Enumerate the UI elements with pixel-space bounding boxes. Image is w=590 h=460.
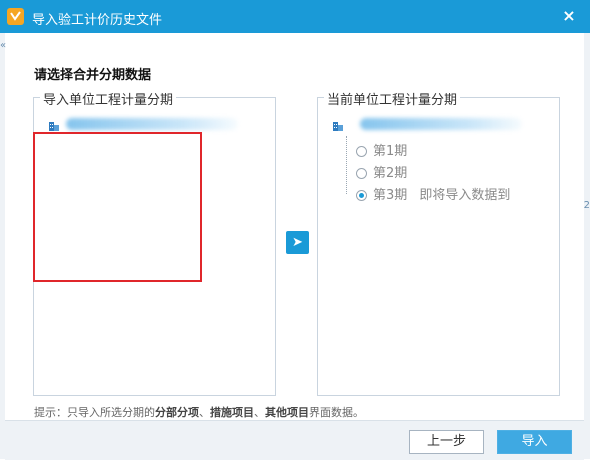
building-icon <box>49 122 59 131</box>
period-label: 第2期 <box>373 166 408 181</box>
hint-bold-fbfx: 分部分项 <box>155 406 199 419</box>
current-project-name-redacted[interactable] <box>360 118 522 130</box>
window-titlebar: 导入验工计价历史文件 × <box>0 0 590 33</box>
hint-bold-csxm: 措施项目 <box>210 406 254 419</box>
current-periods-group: 当前单位工程计量分期 <box>317 89 560 396</box>
chevron-left-icon: « <box>0 40 7 51</box>
import-periods-group-title: 导入单位工程计量分期 <box>40 89 177 108</box>
hint-text: 提示：只导入所选分期的分部分项、措施项目、其他项目界面数据。 <box>34 404 364 420</box>
tree-connector-line <box>346 136 347 194</box>
hint-prefix: 提示：只导入所选分期的 <box>34 406 155 419</box>
left-window-edge <box>0 33 5 459</box>
hint-separator: 、 <box>199 406 210 419</box>
arrow-right-icon[interactable]: ➤ <box>286 231 309 254</box>
close-icon[interactable]: × <box>560 7 578 25</box>
right-window-edge <box>584 33 590 459</box>
import-project-name-redacted[interactable] <box>66 118 238 130</box>
radio-checked-icon[interactable] <box>356 190 367 201</box>
radio-unchecked-icon[interactable] <box>356 168 367 179</box>
period-item[interactable]: 第1期 <box>356 140 408 159</box>
period-target-note: 即将导入数据到 <box>419 188 511 203</box>
previous-step-button[interactable]: 上一步 <box>409 430 484 454</box>
period-label: 第3期 <box>373 188 408 203</box>
period-item[interactable]: 第2期 <box>356 162 408 181</box>
window-title: 导入验工计价历史文件 <box>32 13 163 28</box>
import-button[interactable]: 导入 <box>497 430 572 454</box>
hint-separator: 、 <box>254 406 265 419</box>
dialog-heading: 请选择合并分期数据 <box>34 68 152 83</box>
radio-unchecked-icon[interactable] <box>356 146 367 157</box>
hint-bold-qtxm: 其他项目 <box>265 406 309 419</box>
annotation-highlight-box <box>33 132 202 282</box>
hint-suffix: 界面数据。 <box>309 406 364 419</box>
app-logo-icon <box>7 8 24 25</box>
current-periods-group-title: 当前单位工程计量分期 <box>324 89 461 108</box>
period-item-selected[interactable]: 第3期 即将导入数据到 <box>356 184 511 203</box>
edge-marker-icon: 2 <box>583 200 590 211</box>
building-icon <box>333 122 343 131</box>
period-label: 第1期 <box>373 144 408 159</box>
